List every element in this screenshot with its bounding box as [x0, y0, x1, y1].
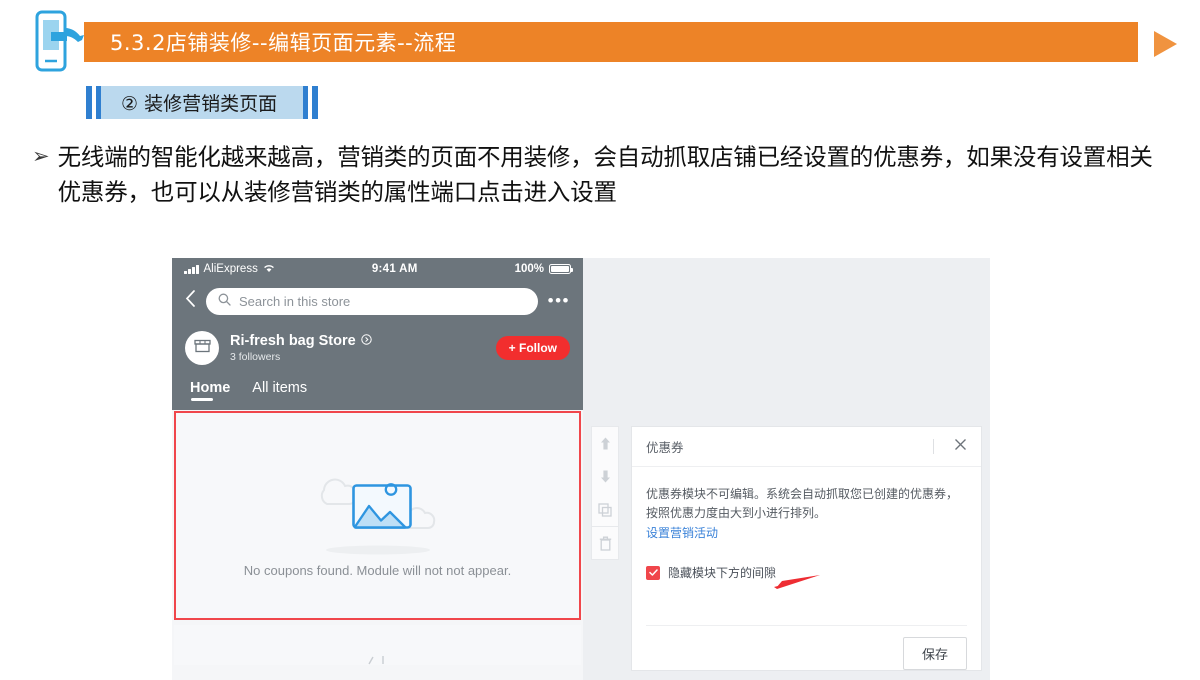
status-bar: AliExpress 9:41 AM 100%: [172, 258, 583, 280]
search-icon: [218, 293, 231, 309]
checkbox-checked-icon[interactable]: [646, 565, 660, 580]
panel-header: 优惠券: [632, 427, 981, 467]
trash-icon[interactable]: [592, 526, 618, 559]
phone-header: AliExpress 9:41 AM 100% Search in this s…: [172, 258, 583, 410]
panel-footer: 保存: [646, 625, 967, 670]
signal-bars-icon: [184, 264, 199, 274]
wifi-icon: [263, 263, 275, 276]
phone-hand-pointer-icon: [34, 10, 86, 77]
copy-icon[interactable]: [592, 493, 618, 526]
red-arrow-icon: [760, 573, 822, 602]
close-icon[interactable]: [946, 438, 975, 455]
play-triangle-icon[interactable]: [1150, 28, 1182, 65]
editor-panel-area: 优惠券 优惠券模块不可编辑。系统会自动抓取您已创建的优惠券，按照优惠力度由大到小…: [583, 258, 990, 680]
follow-button[interactable]: + Follow: [495, 336, 570, 360]
page-title: 5.3.2店铺装修--编辑页面元素--流程: [110, 31, 457, 55]
battery-full-icon: [549, 264, 573, 274]
storefront-icon: [193, 338, 211, 358]
chevron-right-circle-icon[interactable]: [360, 333, 372, 350]
body-paragraph-block: ➢ 无线端的智能化越来越高，营销类的页面不用装修，会自动抓取店铺已经设置的优惠券…: [32, 140, 1162, 210]
panel-title: 优惠券: [646, 441, 684, 455]
phone-tabs: Home All items: [172, 374, 583, 410]
avatar: [185, 331, 219, 365]
section-subtitle: ② 装修营销类页面: [86, 86, 319, 119]
panel-body: 优惠券模块不可编辑。系统会自动抓取您已创建的优惠券，按照优惠力度由大到小进行排列…: [632, 467, 981, 625]
search-input[interactable]: Search in this store: [206, 287, 538, 315]
carrier-label: AliExpress: [203, 263, 258, 275]
tab-all-items[interactable]: All items: [252, 380, 307, 401]
panel-header-divider: [933, 439, 934, 454]
subtitle-bar-right-2: [312, 86, 319, 119]
save-button[interactable]: 保存: [902, 637, 967, 670]
coupon-settings-panel: 优惠券 优惠券模块不可编辑。系统会自动抓取您已创建的优惠券，按照优惠力度由大到小…: [631, 426, 982, 671]
store-name: Ri-fresh bag Store: [230, 332, 356, 349]
panel-description: 优惠券模块不可编辑。系统会自动抓取您已创建的优惠券，按照优惠力度由大到小进行排列…: [646, 487, 959, 520]
status-time: 9:41 AM: [371, 263, 418, 275]
body-paragraph: 无线端的智能化越来越高，营销类的页面不用装修，会自动抓取店铺已经设置的优惠券，如…: [57, 143, 1153, 206]
arrow-down-icon[interactable]: [592, 460, 618, 493]
phone-preview: AliExpress 9:41 AM 100% Search in this s…: [172, 258, 583, 680]
chevron-left-icon[interactable]: [185, 290, 196, 312]
bullet-marker-icon: ➢: [32, 145, 50, 168]
embedded-screenshot: AliExpress 9:41 AM 100% Search in this s…: [172, 258, 990, 680]
image-placeholder-icon: [278, 454, 478, 559]
next-module-partial[interactable]: [174, 625, 581, 665]
set-marketing-activity-link[interactable]: 设置营销活动: [646, 524, 718, 541]
coupon-empty-text: No coupons found. Module will not not ap…: [243, 562, 512, 578]
arrow-up-icon[interactable]: [592, 427, 618, 460]
store-row: Ri-fresh bag Store 3 followers + Follow: [172, 322, 583, 374]
battery-percent-label: 100%: [514, 263, 544, 275]
subtitle-label: ② 装修营销类页面: [121, 93, 278, 115]
slide-root: 5.3.2店铺装修--编辑页面元素--流程 ② 装修营销类页面 ➢ 无线端的智能…: [0, 0, 1200, 680]
tab-home[interactable]: Home: [190, 380, 230, 401]
coupon-module-selected[interactable]: No coupons found. Module will not not ap…: [174, 411, 581, 620]
subtitle-box: ② 装修营销类页面: [101, 86, 304, 119]
partial-content-icon: [367, 656, 384, 665]
module-toolbar: [591, 426, 619, 560]
search-placeholder: Search in this store: [239, 293, 351, 309]
phone-search-row: Search in this store •••: [172, 280, 583, 322]
slide-header-band: 5.3.2店铺装修--编辑页面元素--流程: [84, 22, 1138, 62]
more-dots-icon[interactable]: •••: [548, 292, 570, 309]
store-followers: 3 followers: [230, 350, 281, 363]
